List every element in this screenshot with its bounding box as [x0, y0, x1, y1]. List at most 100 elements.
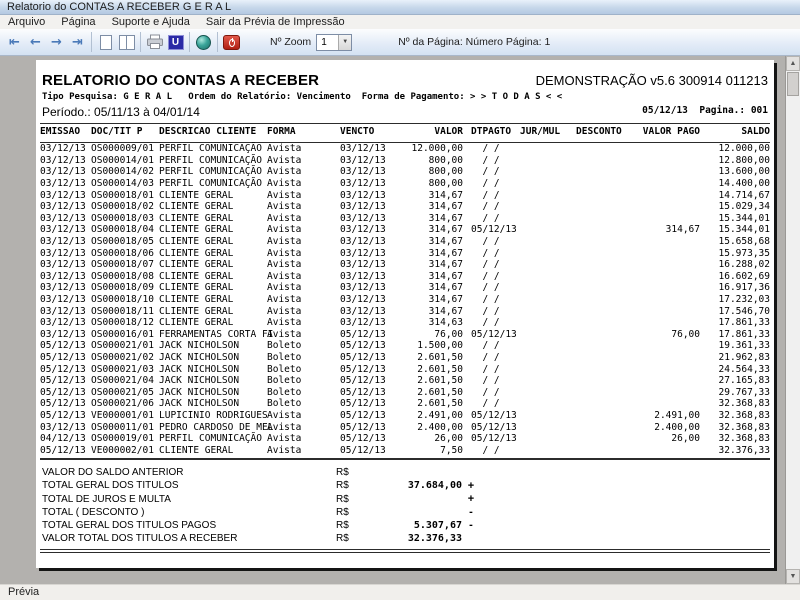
exit-preview-button[interactable] — [221, 31, 242, 53]
cell-dtpagto: / / — [463, 352, 520, 363]
chevron-down-icon[interactable]: ▼ — [338, 35, 351, 50]
table-row: 05/12/13OS000021/01JACK NICHOLSONBoleto0… — [40, 340, 770, 352]
next-page-button[interactable]: → — [46, 31, 67, 53]
print-button[interactable] — [144, 31, 165, 53]
column-header-desconto: DESCONTO — [576, 126, 633, 137]
report-date-page: 05/12/13 Pagina.: 001 — [642, 105, 768, 119]
cell-saldo: 32.368,83 — [700, 398, 770, 409]
cell-dtpagto: / / — [463, 398, 520, 409]
cell-dtpagto: 05/12/13 — [463, 224, 520, 235]
cell-emissao: 05/12/13 — [40, 364, 91, 375]
cell-dtpagto: / / — [463, 282, 520, 293]
cell-cliente: CLIENTE GERAL — [159, 190, 267, 201]
table-row: 03/12/13OS000011/01PEDRO CARDOSO DE MELA… — [40, 421, 770, 433]
column-header-forma: FORMA — [267, 126, 340, 137]
totals-label: VALOR DO SALDO ANTERIOR — [40, 467, 336, 478]
cell-doc-tit: OS000018/09 — [91, 282, 159, 293]
cell-cliente: JACK NICHOLSON — [159, 364, 267, 375]
cell-emissao: 03/12/13 — [40, 248, 91, 259]
export-word-button[interactable]: U — [165, 31, 186, 53]
cell-valor-pago: 2.400,00 — [633, 422, 700, 433]
report-page: RELATORIO DO CONTAS A RECEBER DEMONSTRAÇ… — [36, 60, 774, 568]
table-body: 03/12/13OS000009/01PERFIL COMUNICAÇÃOAvi… — [40, 143, 770, 456]
cell-forma: Avista — [267, 143, 340, 154]
scroll-up-button[interactable]: ▲ — [786, 56, 800, 71]
totals-row: TOTAL GERAL DOS TITULOS PAGOSR$5.307,67- — [40, 519, 770, 532]
toolbar-separator — [91, 32, 92, 52]
previous-page-icon: ← — [30, 36, 41, 49]
cell-saldo: 32.368,83 — [700, 433, 770, 444]
cell-dtpagto: / / — [463, 445, 520, 456]
cell-vencto: 03/12/13 — [340, 271, 390, 282]
last-page-button[interactable]: ⇥ — [67, 31, 88, 53]
cell-forma: Avista — [267, 248, 340, 259]
cell-dtpagto: / / — [463, 387, 520, 398]
scroll-down-button[interactable]: ▼ — [786, 569, 800, 584]
cell-cliente: CLIENTE GERAL — [159, 236, 267, 247]
totals-sign: + — [462, 493, 480, 505]
cell-forma: Avista — [267, 201, 340, 212]
cell-emissao: 03/12/13 — [40, 178, 91, 189]
cell-emissao: 03/12/13 — [40, 236, 91, 247]
cell-saldo: 17.861,33 — [700, 329, 770, 340]
cell-emissao: 03/12/13 — [40, 282, 91, 293]
cell-valor: 800,00 — [390, 155, 463, 166]
cell-cliente: CLIENTE GERAL — [159, 213, 267, 224]
cell-emissao: 05/12/13 — [40, 410, 91, 421]
cell-dtpagto: / / — [463, 155, 520, 166]
table-row: 03/12/13OS000018/03CLIENTE GERALAvista03… — [40, 213, 770, 225]
cell-valor: 2.400,00 — [390, 422, 463, 433]
rule-below-rows — [40, 458, 770, 460]
table-row: 03/12/13OS000018/01CLIENTE GERALAvista03… — [40, 189, 770, 201]
zoom-value: 1 — [317, 37, 338, 48]
previous-page-button[interactable]: ← — [25, 31, 46, 53]
cell-emissao: 03/12/13 — [40, 306, 91, 317]
two-page-view-button[interactable] — [116, 31, 137, 53]
first-page-button[interactable]: ⇤ — [4, 31, 25, 53]
cell-emissao: 05/12/13 — [40, 445, 91, 456]
cell-doc-tit: VE000002/01 — [91, 445, 159, 456]
cell-emissao: 04/12/13 — [40, 433, 91, 444]
status-text: Prévia — [8, 586, 39, 598]
cell-valor: 314,67 — [390, 190, 463, 201]
last-page-icon: ⇥ — [72, 36, 83, 49]
export-web-button[interactable] — [193, 31, 214, 53]
totals-row: VALOR TOTAL DOS TITULOS A RECEBERR$32.37… — [40, 532, 770, 545]
cell-dtpagto: / / — [463, 294, 520, 305]
totals-row: TOTAL GERAL DOS TITULOSR$37.684,00+ — [40, 479, 770, 492]
cell-cliente: PERFIL COMUNICAÇÃO — [159, 143, 267, 154]
cell-forma: Boleto — [267, 340, 340, 351]
cell-valor: 2.601,50 — [390, 387, 463, 398]
toolbar-separator — [189, 32, 190, 52]
table-row: 05/12/13OS000021/03JACK NICHOLSONBoleto0… — [40, 363, 770, 375]
cell-forma: Avista — [267, 166, 340, 177]
single-page-view-button[interactable] — [95, 31, 116, 53]
cell-saldo: 17.861,33 — [700, 317, 770, 328]
totals-value: 5.307,67 — [382, 520, 462, 531]
menu-item-arquivo[interactable]: Arquivo — [0, 15, 53, 29]
cell-doc-tit: OS000014/01 — [91, 155, 159, 166]
cell-cliente: CLIENTE GERAL — [159, 248, 267, 259]
cell-saldo: 15.658,68 — [700, 236, 770, 247]
menu-item-sair-da-pr-via-de-impress-o[interactable]: Sair da Prévia de Impressão — [198, 15, 353, 29]
cell-saldo: 14.714,67 — [700, 190, 770, 201]
totals-label: TOTAL GERAL DOS TITULOS — [40, 480, 336, 491]
cell-vencto: 05/12/13 — [340, 398, 390, 409]
zoom-select[interactable]: 1 ▼ — [316, 34, 352, 51]
cell-dtpagto: 05/12/13 — [463, 329, 520, 340]
report-version: DEMONSTRAÇÃO v5.6 300914 011213 — [536, 73, 768, 88]
cell-dtpagto: / / — [463, 306, 520, 317]
vertical-scrollbar[interactable]: ▲ ▼ — [785, 56, 800, 584]
cell-saldo: 17.232,03 — [700, 294, 770, 305]
window-titlebar: Relatorio do CONTAS A RECEBER G E R A L — [0, 0, 800, 15]
cell-saldo: 17.546,70 — [700, 306, 770, 317]
menu-item-suporte-e-ajuda[interactable]: Suporte e Ajuda — [104, 15, 198, 29]
cell-dtpagto: / / — [463, 364, 520, 375]
cell-valor-pago: 2.491,00 — [633, 410, 700, 421]
toolbar: ⇤ ← → ⇥ U Nº Zoom 1 ▼ Nº da Página: Núme… — [0, 29, 800, 56]
menu-item-p-gina[interactable]: Página — [53, 15, 103, 29]
cell-vencto: 03/12/13 — [340, 201, 390, 212]
cell-doc-tit: OS000018/02 — [91, 201, 159, 212]
scrollbar-thumb[interactable] — [787, 72, 799, 96]
cell-emissao: 03/12/13 — [40, 294, 91, 305]
